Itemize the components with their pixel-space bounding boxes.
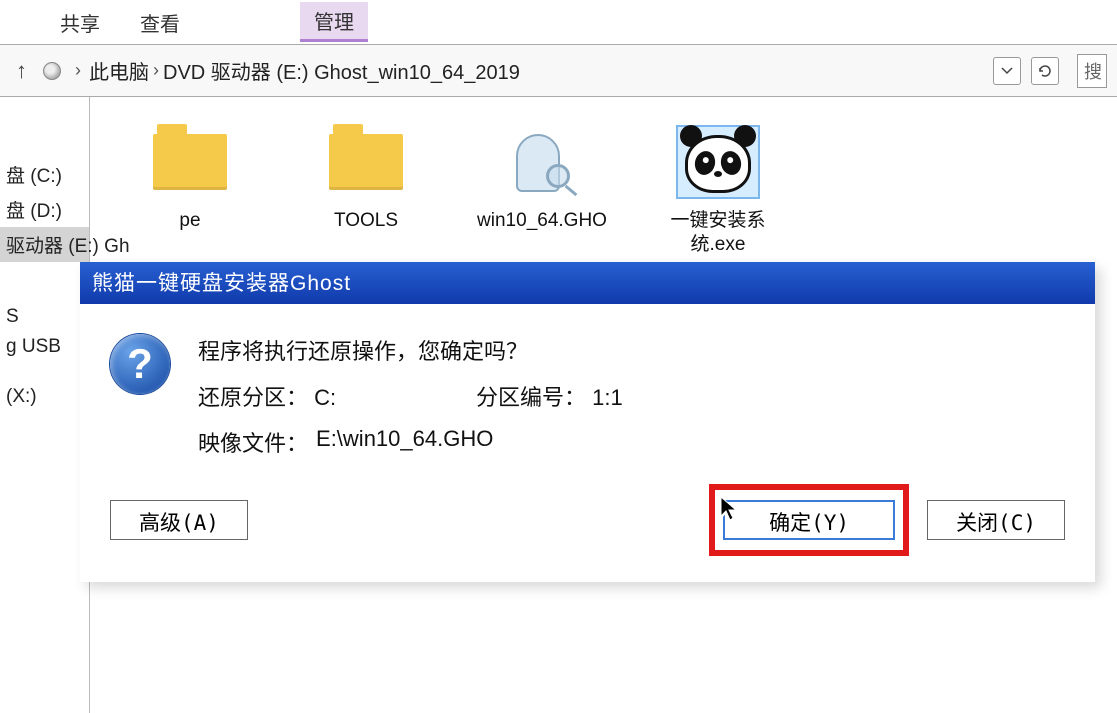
search-input[interactable]: 搜 <box>1077 54 1107 88</box>
panda-icon <box>678 127 758 197</box>
ribbon-tab-share[interactable]: 共享 <box>60 8 100 37</box>
sidebar-item-s[interactable]: S <box>0 302 89 332</box>
partnum-label: 分区编号： <box>476 385 586 410</box>
dialog-body: ? 程序将执行还原操作，您确定吗？ 还原分区： C: 分区编号： 1:1 映像文… <box>80 304 1095 468</box>
advanced-button[interactable]: 高级(A) <box>110 500 248 540</box>
ribbon-tab-view[interactable]: 查看 <box>140 8 180 37</box>
ribbon-tabs: 共享 查看 管理 <box>0 0 1117 45</box>
dialog-title: 熊猫一键硬盘安装器Ghost <box>80 262 1095 304</box>
sidebar-item-c[interactable]: 盘 (C:) <box>0 157 89 192</box>
partition-label: 还原分区： <box>198 385 308 410</box>
sidebar-item-d[interactable]: 盘 (D:) <box>0 192 89 227</box>
file-label: pe <box>120 209 260 233</box>
file-item-gho[interactable]: win10_64.GHO <box>472 127 612 233</box>
nav-up-icon[interactable]: ↑ <box>10 58 33 84</box>
folder-icon <box>150 127 230 197</box>
sidebar-item-usb[interactable]: g USB <box>0 332 89 362</box>
sidebar-item-x[interactable]: (X:) <box>0 382 89 412</box>
drive-icon <box>43 62 61 80</box>
file-item-exe[interactable]: 一键安装系统.exe <box>648 127 788 257</box>
folder-icon <box>326 127 406 197</box>
breadcrumb-separator: › <box>149 60 163 81</box>
breadcrumb-separator: › <box>71 60 85 81</box>
dialog-text: 程序将执行还原操作，您确定吗？ 还原分区： C: 分区编号： 1:1 映像文件：… <box>198 334 623 458</box>
image-label: 映像文件： <box>198 426 308 458</box>
question-icon: ? <box>110 334 170 394</box>
close-button[interactable]: 关闭(C) <box>927 500 1065 540</box>
confirm-dialog: 熊猫一键硬盘安装器Ghost ? 程序将执行还原操作，您确定吗？ 还原分区： C… <box>80 262 1095 582</box>
address-dropdown-icon[interactable] <box>993 57 1021 85</box>
file-label: win10_64.GHO <box>472 209 612 233</box>
ok-button[interactable]: 确定(Y) <box>723 500 895 540</box>
address-bar: ↑ › 此电脑 › DVD 驱动器 (E:) Ghost_win10_64_20… <box>0 45 1117 97</box>
file-item-pe[interactable]: pe <box>120 127 260 233</box>
ribbon-tab-manage[interactable]: 管理 <box>300 2 368 42</box>
file-item-tools[interactable]: TOOLS <box>296 127 436 233</box>
gho-icon <box>502 127 582 197</box>
breadcrumb-this-pc[interactable]: 此电脑 <box>89 56 149 85</box>
breadcrumb[interactable]: 此电脑 › DVD 驱动器 (E:) Ghost_win10_64_2019 <box>89 56 983 85</box>
breadcrumb-drive[interactable]: DVD 驱动器 (E:) Ghost_win10_64_2019 <box>163 56 520 85</box>
file-label: TOOLS <box>296 209 436 233</box>
dialog-question: 程序将执行还原操作，您确定吗？ <box>198 334 623 366</box>
highlight-annotation: 确定(Y) <box>709 484 909 556</box>
image-value: E:\win10_64.GHO <box>316 426 493 458</box>
sidebar-item-e[interactable]: 驱动器 (E:) Gh <box>0 227 89 262</box>
partnum-value: 1:1 <box>592 385 623 410</box>
file-label: 一键安装系统.exe <box>648 209 788 257</box>
refresh-icon[interactable] <box>1031 57 1059 85</box>
dialog-buttons: 高级(A) 确定(Y) 关闭(C) <box>80 468 1095 582</box>
sidebar: 盘 (C:) 盘 (D:) 驱动器 (E:) Gh S g USB (X:) <box>0 97 90 713</box>
partition-value: C: <box>314 385 336 410</box>
